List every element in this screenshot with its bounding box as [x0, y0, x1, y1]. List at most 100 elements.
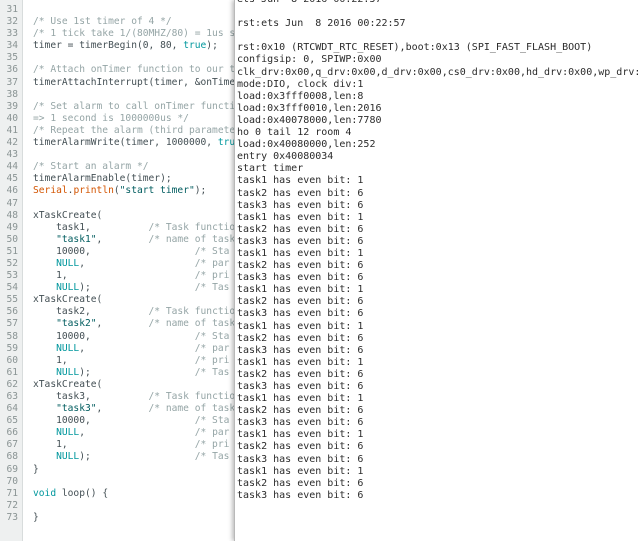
- serial-line: load:0x40078000,len:7780: [237, 114, 382, 126]
- code-token: /* Tas: [194, 366, 230, 378]
- line-number: 70: [6, 475, 18, 487]
- line-number: 56: [6, 306, 18, 318]
- serial-line: task3 has even bit: 6: [237, 489, 364, 501]
- code-line: 37 timerAttachInterrupt(timer, &onTimer: [0, 77, 236, 89]
- code-line: 66 NULL, /* par: [0, 427, 236, 439]
- serial-line: task3 has even bit: 6: [237, 344, 364, 356]
- serial-line: task2 has even bit: 6: [237, 223, 364, 235]
- code-text: /* Set alarm to call onTimer functio: [33, 101, 236, 113]
- line-number: 63: [6, 391, 18, 402]
- code-token: 1,: [33, 354, 195, 366]
- serial-line: task3 has even bit: 6: [237, 199, 364, 211]
- code-text: void loop() {: [33, 488, 108, 500]
- code-token: /* Tas: [194, 282, 230, 294]
- code-token: xTaskCreate(: [33, 209, 103, 221]
- code-text: "task3", /* name of task.: [33, 403, 236, 415]
- line-number: 66: [6, 427, 18, 439]
- line-number: 47: [6, 197, 18, 209]
- code-token: ,: [96, 403, 149, 415]
- serial-line: task1 has even bit: 1: [237, 356, 364, 368]
- code-text: NULL, /* par: [33, 343, 229, 355]
- serial-line: task2 has even bit: 6: [237, 260, 364, 272]
- code-token: /* name of task.: [148, 233, 236, 245]
- code-token: timer = timerBegin(0, 80,: [33, 40, 184, 52]
- line-number: 45: [6, 173, 18, 185]
- code-line: 31: [0, 4, 236, 16]
- line-number: 72: [6, 499, 18, 511]
- code-token: /* name of task.: [148, 403, 236, 415]
- code-token: /* pri: [194, 439, 230, 451]
- line-number: 41: [6, 124, 18, 136]
- line-number: 35: [6, 52, 18, 64]
- line-number: 53: [6, 270, 18, 282]
- code-line: 38: [0, 89, 236, 101]
- code-token: );: [194, 185, 207, 197]
- code-line: 43: [0, 149, 236, 161]
- code-line: 53 1, /* pri: [0, 270, 236, 282]
- line-number: 44: [6, 161, 18, 173]
- line-number: 34: [6, 40, 18, 52]
- line-number: 64: [6, 403, 18, 415]
- serial-line: task1 has even bit: 1: [237, 211, 364, 223]
- line-number: 55: [6, 294, 18, 306]
- code-text: Serial.println("start timer");: [33, 185, 206, 197]
- code-text: 1, /* pri: [33, 439, 229, 451]
- serial-line: [237, 30, 640, 42]
- line-number: 33: [6, 28, 18, 40]
- code-line: 69}: [0, 464, 236, 476]
- code-line: 47: [0, 198, 236, 210]
- line-number: 42: [6, 137, 18, 149]
- code-token: ,: [79, 427, 195, 439]
- code-line: 64 "task3", /* name of task.: [0, 403, 236, 415]
- code-line: 39 /* Set alarm to call onTimer functio: [0, 101, 236, 113]
- code-token: 10000,: [33, 330, 195, 342]
- code-token: Serial: [33, 185, 68, 197]
- code-text: NULL, /* par: [33, 427, 229, 439]
- code-text: 1, /* pri: [33, 270, 229, 282]
- code-token: /* Tas: [194, 451, 230, 463]
- code-text: NULL, /* par: [33, 258, 229, 270]
- code-text: /* Repeat the alarm (third parameter: [33, 125, 236, 137]
- serial-line: task1 has even bit: 1: [237, 284, 364, 296]
- code-editor[interactable]: 31 32 /* Use 1st timer of 4 */ 33 /* 1 tick …: [0, 0, 236, 541]
- code-text: }: [33, 512, 39, 524]
- code-token: ,: [96, 318, 149, 330]
- code-token: task2,: [33, 306, 149, 318]
- code-line: 52 NULL, /* par: [0, 258, 236, 270]
- code-token: 1,: [33, 270, 195, 282]
- code-token: /* Sta: [194, 330, 230, 342]
- code-token: /* par: [194, 257, 230, 269]
- code-lines: 31 32 /* Use 1st timer of 4 */ 33 /* 1 tick …: [0, 4, 236, 524]
- line-number: 36: [6, 64, 18, 76]
- code-text: timerAlarmWrite(timer, 1000000, true: [33, 137, 236, 149]
- code-text: timerAttachInterrupt(timer, &onTimer: [33, 77, 236, 89]
- code-token: );: [206, 40, 218, 52]
- code-text: 10000, /* Sta: [33, 246, 229, 258]
- code-text: task2, /* Task functio: [33, 306, 235, 318]
- code-token: NULL: [56, 366, 80, 378]
- code-token: /* Attach onTimer function to our ti: [33, 64, 236, 76]
- code-line: 34 timer = timerBegin(0, 80, true);: [0, 40, 236, 52]
- serial-line: task1 has even bit: 1: [237, 465, 364, 477]
- code-line: 51 10000, /* Sta: [0, 246, 236, 258]
- code-token: NULL: [56, 451, 80, 463]
- code-token: /* 1 tick take 1/(80MHZ/80) = 1us so: [33, 28, 236, 40]
- code-token: ,: [96, 233, 149, 245]
- code-line: 54 NULL); /* Tas: [0, 282, 236, 294]
- code-text: "task1", /* name of task.: [33, 234, 236, 246]
- code-token: => 1 second is 1000000us */: [33, 112, 189, 124]
- code-line: 35: [0, 52, 236, 64]
- serial-line: task3 has even bit: 6: [237, 272, 364, 284]
- line-number: 40: [6, 112, 18, 124]
- serial-line: rst:0x10 (RTCWDT_RTC_RESET),boot:0x13 (S…: [237, 42, 593, 54]
- code-token: /* pri: [194, 354, 230, 366]
- code-text: NULL); /* Tas: [33, 282, 229, 294]
- code-line: 61 NULL); /* Tas: [0, 367, 236, 379]
- code-token: /* Sta: [194, 415, 230, 427]
- serial-monitor-window[interactable]: ets Jun 8 2016 00:22:57rst:ets Jun 8 201…: [234, 0, 640, 541]
- serial-line: task1 has even bit: 1: [237, 175, 364, 187]
- code-line: 44 /* Start an alarm */: [0, 161, 236, 173]
